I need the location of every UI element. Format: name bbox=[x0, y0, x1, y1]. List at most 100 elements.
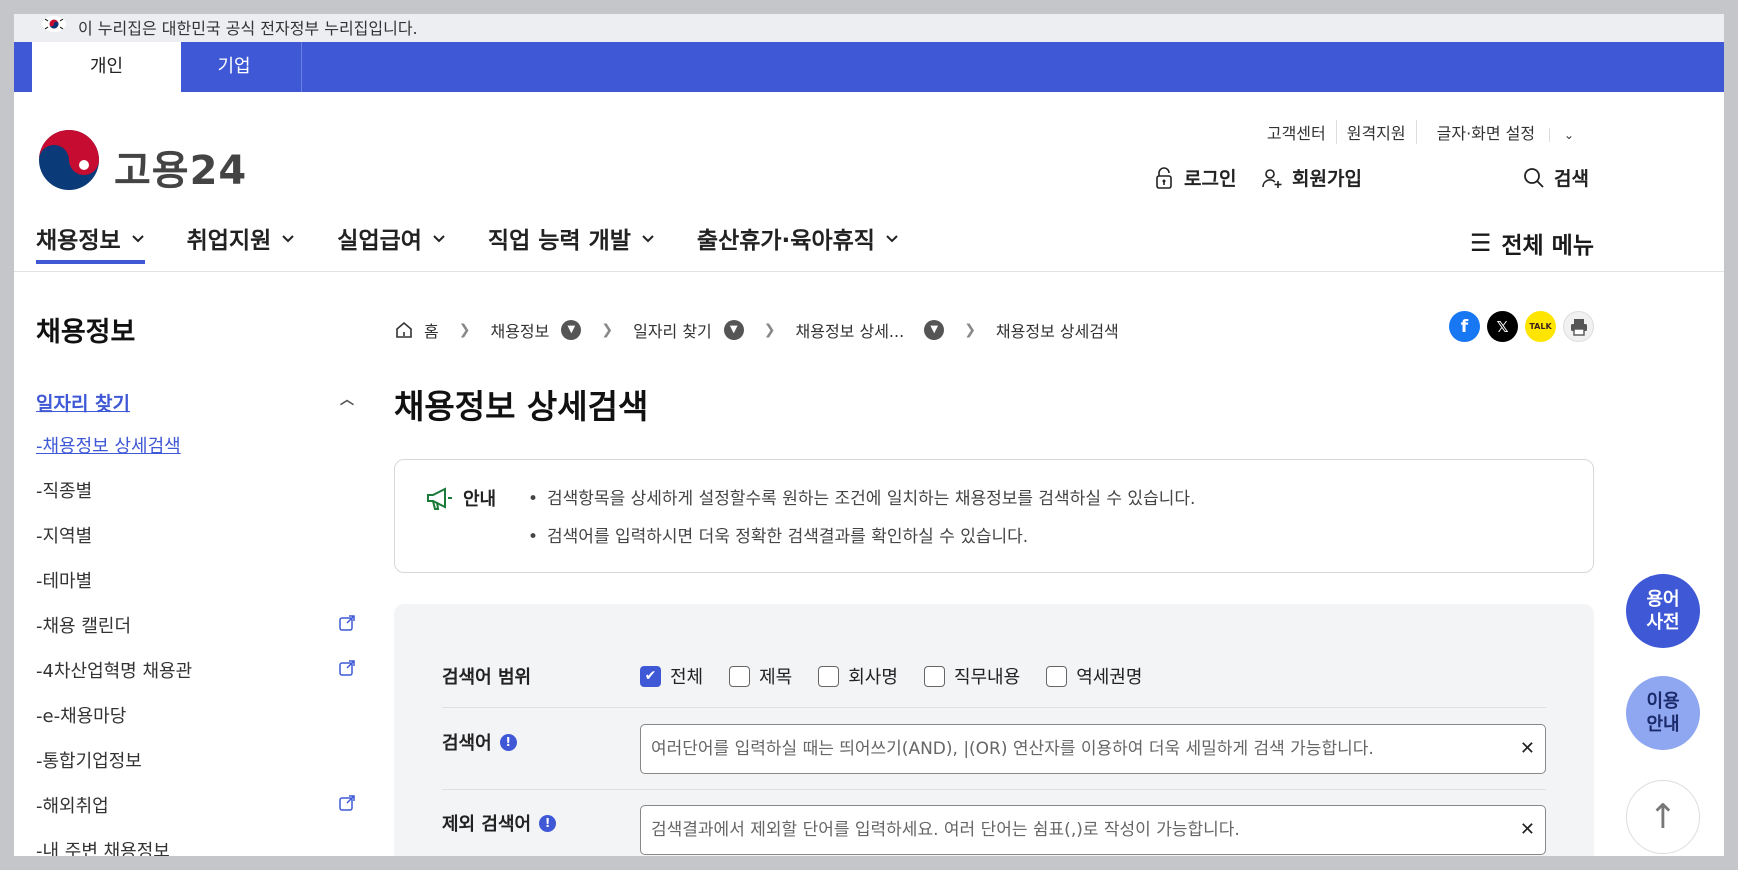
customer-center-link[interactable]: 고객센터 bbox=[1257, 120, 1336, 144]
scope-checkbox-all[interactable]: ✔ 전체 bbox=[640, 663, 703, 689]
dropdown-icon[interactable]: ▼ bbox=[924, 320, 945, 340]
breadcrumb-home[interactable]: 홈 bbox=[424, 318, 439, 342]
scope-checkbox-station[interactable]: 역세권명 bbox=[1046, 663, 1142, 689]
audience-tab-bar: 개인 기업 bbox=[14, 42, 1724, 92]
chevron-down-icon bbox=[886, 235, 898, 243]
remote-support-link[interactable]: 원격지원 bbox=[1335, 120, 1416, 144]
keyword-input[interactable]: 여러단어를 입력하실 때는 띄어쓰기(AND), |(OR) 연산자를 이용하여… bbox=[640, 724, 1546, 774]
gnb-label: 취업지원 bbox=[186, 228, 272, 254]
gov-banner-text: 이 누리집은 대한민국 공식 전자정부 누리집입니다. bbox=[78, 19, 418, 38]
sidebar-item-by-job[interactable]: -직종별 bbox=[36, 477, 366, 522]
all-menu-button[interactable]: ☰ 전체 메뉴 bbox=[1470, 226, 1594, 260]
gnb-item-employment-support[interactable]: 취업지원 bbox=[187, 212, 296, 264]
checkbox-box bbox=[729, 665, 751, 687]
clear-icon[interactable]: ✕ bbox=[1520, 725, 1535, 773]
sidebar-item-company-info[interactable]: -통합기업정보 bbox=[36, 747, 366, 792]
sidebar-title: 채용정보 bbox=[36, 317, 136, 348]
checkbox-label: 역세권명 bbox=[1076, 667, 1143, 688]
checkbox-box bbox=[1046, 665, 1068, 687]
search-button[interactable]: 검색 bbox=[1522, 164, 1589, 191]
login-button[interactable]: 로그인 bbox=[1152, 164, 1236, 191]
sidebar-item-by-region[interactable]: -지역별 bbox=[36, 522, 366, 567]
checkbox-label: 직무내용 bbox=[953, 667, 1021, 688]
tab-individual[interactable]: 개인 bbox=[32, 42, 181, 92]
form-divider bbox=[442, 707, 1546, 708]
breadcrumb-find-jobs[interactable]: 일자리 찾기 bbox=[633, 318, 712, 342]
brand-name[interactable]: 고용24 bbox=[114, 138, 247, 196]
sidebar-item-label: -채용 캘린더 bbox=[36, 616, 132, 637]
external-link-icon bbox=[339, 795, 355, 811]
sidebar-item-label: -지역별 bbox=[36, 526, 93, 547]
login-label: 로그인 bbox=[1184, 168, 1237, 190]
lock-icon bbox=[1156, 166, 1172, 189]
clear-icon[interactable]: ✕ bbox=[1520, 806, 1535, 854]
gnb-item-unemployment[interactable]: 실업급여 bbox=[337, 212, 446, 264]
sidebar-section-toggle[interactable]: 일자리 찾기 ︿ bbox=[36, 389, 356, 416]
scope-checkbox-title[interactable]: 제목 bbox=[729, 663, 792, 689]
scope-checkbox-company[interactable]: 회사명 bbox=[818, 663, 898, 689]
print-icon[interactable] bbox=[1563, 311, 1594, 342]
chevron-down-icon bbox=[433, 235, 445, 243]
sidebar-item-overseas[interactable]: -해외취업 bbox=[36, 792, 366, 837]
sidebar-item-4th-industry[interactable]: -4차산업혁명 채용관 bbox=[36, 657, 366, 702]
exclude-input[interactable]: 검색결과에서 제외할 단어를 입력하세요. 여러 단어는 쉼표(,)로 작성이 … bbox=[640, 805, 1546, 855]
external-link-icon bbox=[339, 615, 355, 631]
gnb-item-jobs[interactable]: 채용정보 bbox=[36, 212, 145, 264]
tab-company[interactable]: 기업 bbox=[167, 42, 302, 92]
checkbox-box bbox=[818, 665, 840, 687]
search-form: 검색어 범위 ✔ 전체 제목 회사명 직무내용 역세권명 검색어! 여러단어를 입… bbox=[394, 604, 1594, 856]
form-divider bbox=[442, 789, 1546, 790]
taegeuk-logo-icon[interactable] bbox=[36, 127, 102, 193]
notice-line: 검색항목을 상세하게 설정할수록 원하는 조건에 일치하는 채용정보를 검색하실… bbox=[528, 484, 1195, 509]
signup-label: 회원가입 bbox=[1292, 168, 1362, 190]
chevron-right-icon: ❯ bbox=[601, 322, 614, 338]
dropdown-icon[interactable]: ▼ bbox=[561, 320, 582, 340]
dropdown-icon[interactable]: ▼ bbox=[723, 320, 744, 340]
gnb-item-parental-leave[interactable]: 출산휴가·육아휴직 bbox=[697, 212, 899, 264]
display-settings-button[interactable]: 글자·화면 설정 ⌄ bbox=[1415, 120, 1594, 144]
utility-links: 고객센터 원격지원 글자·화면 설정 ⌄ bbox=[1257, 120, 1594, 144]
home-icon[interactable] bbox=[394, 320, 414, 340]
sidebar-item-by-theme[interactable]: -테마별 bbox=[36, 567, 366, 612]
notice-box: 안내 검색항목을 상세하게 설정할수록 원하는 조건에 일치하는 채용정보를 검… bbox=[394, 459, 1594, 573]
info-icon[interactable]: ! bbox=[539, 814, 557, 832]
info-icon[interactable]: ! bbox=[499, 733, 517, 751]
keyword-label-group: 검색어! bbox=[442, 729, 517, 755]
sidebar-item-label: -테마별 bbox=[36, 571, 93, 592]
display-settings-label: 글자·화면 설정 bbox=[1436, 124, 1536, 143]
sidebar-list: -채용정보 상세검색 -직종별 -지역별 -테마별 -채용 캘린더 -4차산업혁… bbox=[36, 432, 366, 856]
scope-label: 검색어 범위 bbox=[442, 667, 532, 688]
chevron-down-icon: ⌄ bbox=[1549, 128, 1584, 142]
sidebar-item-e-recruit[interactable]: -e-채용마당 bbox=[36, 702, 366, 747]
breadcrumb: 홈 ❯ 채용정보 ▼ ❯ 일자리 찾기 ▼ ❯ 채용정보 상세... ▼ ❯ 채용정보… bbox=[394, 318, 1119, 342]
chevron-up-icon: ︿ bbox=[340, 392, 354, 408]
page-title: 채용정보 상세검색 bbox=[394, 387, 649, 426]
checkmark-icon: ✔ bbox=[640, 665, 661, 687]
megaphone-icon bbox=[427, 487, 452, 510]
exclude-placeholder: 검색결과에서 제외할 단어를 입력하세요. 여러 단어는 쉼표(,)로 작성이 … bbox=[651, 820, 1240, 840]
gnb-label: 실업급여 bbox=[337, 228, 422, 254]
facebook-icon[interactable]: f bbox=[1449, 311, 1480, 342]
kakaotalk-icon[interactable]: TALK bbox=[1525, 311, 1556, 342]
sidebar-item-detail-search[interactable]: -채용정보 상세검색 bbox=[36, 432, 366, 477]
scope-checkbox-duty[interactable]: 직무내용 bbox=[923, 663, 1021, 689]
scope-checkboxes: ✔ 전체 제목 회사명 직무내용 역세권명 bbox=[640, 663, 1142, 689]
sidebar-item-nearby[interactable]: -내 주변 채용정보 bbox=[36, 837, 366, 856]
glossary-button[interactable]: 용어 사전 bbox=[1626, 574, 1700, 648]
notice-label: 안내 bbox=[463, 489, 497, 510]
exclude-label: 제외 검색어 bbox=[442, 814, 532, 835]
search-label: 검색 bbox=[1554, 168, 1589, 190]
breadcrumb-detail[interactable]: 채용정보 상세... bbox=[796, 318, 905, 342]
signup-button[interactable]: 회원가입 bbox=[1260, 164, 1362, 191]
x-twitter-icon[interactable]: 𝕏 bbox=[1487, 311, 1518, 342]
scroll-top-button[interactable]: ↑ bbox=[1626, 780, 1700, 854]
page: 이 누리집은 대한민국 공식 전자정부 누리집입니다. 개인 기업 고용24 고… bbox=[14, 14, 1724, 856]
user-plus-icon bbox=[1262, 168, 1282, 188]
gnb-item-skills[interactable]: 직업 능력 개발 bbox=[488, 212, 655, 264]
share-buttons: f 𝕏 TALK bbox=[1449, 311, 1594, 342]
sidebar-item-calendar[interactable]: -채용 캘린더 bbox=[36, 612, 366, 657]
sidebar-item-label: -내 주변 채용정보 bbox=[36, 841, 170, 856]
guide-button[interactable]: 이용 안내 bbox=[1626, 676, 1700, 750]
exclude-label-group: 제외 검색어! bbox=[442, 810, 557, 836]
breadcrumb-jobs[interactable]: 채용정보 bbox=[490, 318, 549, 342]
